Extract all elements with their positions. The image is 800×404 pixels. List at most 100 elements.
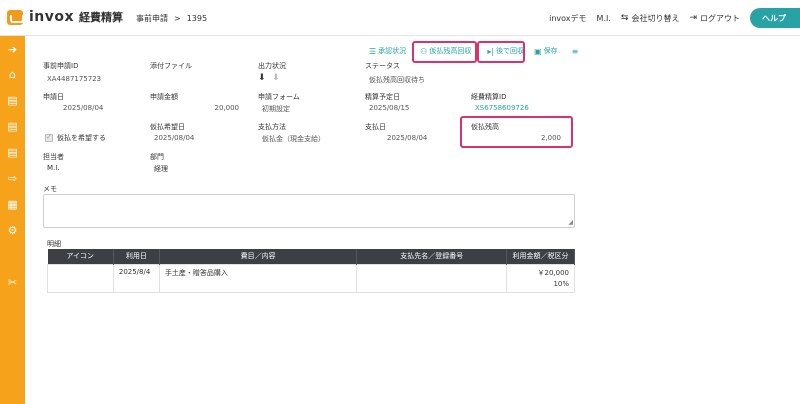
main-content: ☰ 承認状況 ⚇ 仮払残高回収 ▸| 後で回収 ▣ 保存 ≡ 事前申請ID XA4487… (25, 36, 800, 404)
help-button[interactable]: ヘルプ (750, 8, 800, 28)
switch-company-label: 会社切り替え (631, 13, 680, 23)
sidebar: ➔ ⌂ ▤ ▤ ▤ ⇨ ▦ ⚙ ✂ (0, 36, 25, 404)
home-icon[interactable]: ⌂ (5, 67, 20, 82)
amount-label: 申請金額 (150, 93, 178, 101)
logout-button[interactable]: ⇥ ログアウト (689, 13, 740, 24)
document-icon[interactable]: ▤ (5, 93, 20, 108)
export-icon[interactable]: ⇨ (5, 171, 20, 186)
advance-balance-value: 2,000 (540, 134, 561, 142)
table-row[interactable]: 2025/8/4 手土産・贈答品購入 ￥20,000 10% (47, 263, 575, 293)
settle-date-value: 2025/08/15 (369, 104, 410, 112)
action-toolbar: ☰ 承認状況 ⚇ 仮払残高回収 ▸| 後で回収 ▣ 保存 ≡ (365, 44, 584, 58)
logo-text: invox (29, 9, 75, 25)
form-value: 初期設定 (262, 105, 290, 113)
settle-date-label: 精算予定日 (365, 93, 400, 101)
col-icon-header: アイコン (47, 249, 114, 264)
collect-later-button[interactable]: ▸| 後で回収 (483, 46, 528, 56)
expense-id-label: 経費精算ID (471, 93, 507, 101)
resize-handle-icon[interactable]: ◢ (568, 220, 573, 226)
logo-mark-icon (7, 9, 24, 25)
settings-icon[interactable]: ⚙ (5, 223, 20, 238)
breadcrumb-separator: > (174, 14, 181, 23)
save-label: 保存 (543, 47, 558, 55)
advance-wish-date-label: 仮払希望日 (150, 123, 185, 131)
wish-advance-checkbox: 仮払を希望する (45, 133, 106, 143)
checkbox-icon (45, 133, 53, 142)
report-icon[interactable]: ▤ (5, 145, 20, 160)
memo-label: メモ (43, 185, 57, 193)
col-amount-header: 利用金額／税区分 (506, 249, 575, 264)
amount-value: 20,000 (214, 104, 240, 112)
cell-date: 2025/8/4 (112, 263, 160, 293)
skip-forward-icon: ▸| (487, 46, 495, 56)
detail-label: 明細 (47, 240, 61, 248)
wish-advance-label: 仮払を希望する (57, 134, 106, 142)
approval-status-button[interactable]: ☰ 承認状況 (365, 46, 410, 56)
request-id-label: 事前申請ID (43, 62, 79, 70)
person-label: 担当者 (43, 153, 64, 161)
table-header-row: アイコン 利用日 費目／内容 支払先名／登録番号 利用金額／税区分 (47, 249, 575, 264)
logo-subtitle: 経費精算 (79, 11, 124, 24)
hamburger-menu-icon: ≡ (571, 46, 579, 56)
user-name: M.I. (597, 14, 611, 23)
collapse-arrow-icon[interactable]: ➔ (5, 42, 20, 57)
output-status-label: 出力状況 (258, 62, 286, 70)
floppy-disk-icon: ▣ (534, 46, 542, 56)
status-value: 仮払残高回収待ち (369, 76, 425, 84)
request-date-label: 申請日 (43, 93, 64, 101)
detail-table: アイコン 利用日 費目／内容 支払先名／登録番号 利用金額／税区分 2025/8… (47, 249, 575, 293)
payment-date-label: 支払日 (365, 123, 386, 131)
advance-wish-date-value: 2025/08/04 (154, 134, 195, 142)
switch-company-icon: ⇆ (620, 13, 629, 23)
save-button[interactable]: ▣ 保存 (530, 46, 562, 56)
col-payee-header: 支払先名／登録番号 (356, 249, 508, 264)
collect-icon: ⚇ (420, 46, 428, 56)
download-icon[interactable]: ⬇ (258, 73, 266, 83)
logo[interactable]: invox 経費精算 (7, 9, 123, 25)
top-bar: invox 経費精算 事前申請 >1395 invoxデモ M.I. ⇆ 会社切り替… (0, 0, 800, 36)
advance-balance-label: 仮払残高 (471, 123, 499, 131)
highlight-advance-balance (460, 116, 573, 148)
breadcrumb-parent[interactable]: 事前申請 (136, 14, 168, 23)
payment-method-label: 支払方法 (258, 123, 286, 131)
person-value: M.I. (47, 164, 60, 172)
receipt-icon[interactable]: ▤ (5, 119, 20, 134)
cell-item: 手土産・贈答品購入 (158, 263, 358, 293)
logout-label: ログアウト (700, 13, 740, 23)
analytics-icon[interactable]: ▦ (5, 197, 20, 212)
dept-value: 経理 (154, 165, 168, 173)
form-label: 申請フォーム (258, 93, 300, 101)
org-name-text: invoxデモ (549, 13, 587, 23)
dept-label: 部門 (150, 153, 164, 161)
collect-later-label: 後で回収 (496, 47, 525, 55)
download-disabled-icon: ⬇ (272, 73, 280, 83)
cell-amount: ￥20,000 10% (506, 263, 575, 293)
advance-collect-label: 仮払残高回収 (429, 47, 472, 55)
tools-icon[interactable]: ✂ (5, 275, 20, 290)
col-item-header: 費目／内容 (159, 249, 358, 264)
col-date-header: 利用日 (113, 249, 160, 264)
top-right-menu: invoxデモ M.I. ⇆ 会社切り替え ⇥ ログアウト ヘルプ (549, 7, 800, 29)
logout-icon: ⇥ (689, 13, 697, 23)
cell-tax-value: 10% (553, 279, 569, 288)
cell-icon (47, 263, 114, 293)
org-name: invoxデモ (549, 13, 586, 24)
switch-company-button[interactable]: ⇆ 会社切り替え (621, 13, 680, 24)
advance-collect-button[interactable]: ⚇ 仮払残高回収 (416, 46, 475, 56)
payment-date-value: 2025/08/04 (387, 134, 428, 142)
status-label: ステータス (365, 62, 400, 70)
list-icon: ☰ (369, 46, 377, 56)
cell-amount-value: ￥20,000 (537, 268, 570, 277)
approval-status-label: 承認状況 (378, 47, 407, 55)
attachment-label: 添付ファイル (150, 62, 192, 70)
memo-textarea[interactable]: ◢ (43, 194, 575, 228)
request-id-value: XA4487175723 (47, 75, 102, 83)
breadcrumb-current: 1395 (186, 14, 208, 23)
user-name-text: M.I. (596, 13, 611, 23)
payment-method-value: 仮払金（現金支給） (262, 135, 325, 143)
cell-payee (356, 263, 508, 293)
breadcrumb: 事前申請 >1395 (136, 13, 207, 24)
expense-id-link[interactable]: XS6758609726 (475, 104, 529, 112)
menu-button[interactable]: ≡ (568, 47, 585, 56)
request-date-value: 2025/08/04 (63, 104, 104, 112)
